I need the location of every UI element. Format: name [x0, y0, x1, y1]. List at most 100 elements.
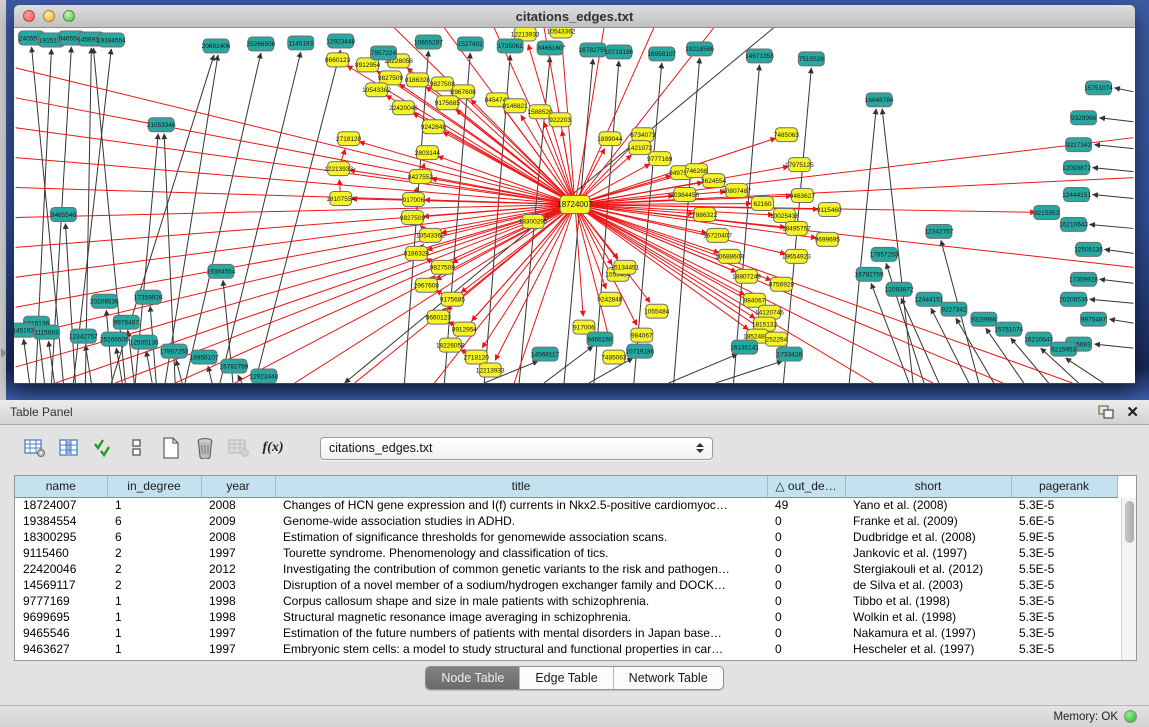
network-node[interactable]: 12093872: [1062, 161, 1091, 175]
column-header-short[interactable]: short: [845, 476, 1011, 497]
network-node[interactable]: 8912954: [452, 322, 478, 336]
network-node[interactable]: 9756928: [769, 277, 795, 291]
network-node[interactable]: 9777169: [647, 152, 673, 166]
row-height-button[interactable]: [122, 433, 152, 463]
close-panel-icon[interactable]: ✕: [1126, 405, 1139, 420]
network-edge[interactable]: [16, 158, 575, 205]
network-edge[interactable]: [436, 205, 575, 281]
table-cell[interactable]: 1998: [201, 593, 275, 609]
network-node[interactable]: 17957253: [870, 247, 899, 261]
table-cell[interactable]: Embryonic stem cells: a model to study s…: [275, 641, 767, 657]
network-edge[interactable]: [931, 308, 969, 383]
table-cell[interactable]: 0: [767, 561, 845, 577]
network-node[interactable]: 9146821: [503, 99, 529, 113]
network-node[interactable]: 12342757: [69, 329, 98, 343]
table-cell[interactable]: 2003: [201, 577, 275, 593]
table-cell[interactable]: Franke et al. (2009): [845, 513, 1011, 529]
table-cell[interactable]: Jankovic et al. (1997): [845, 545, 1011, 561]
table-cell[interactable]: 2: [107, 545, 201, 561]
network-node[interactable]: 16648784: [865, 93, 894, 107]
table-cell[interactable]: 1: [107, 497, 201, 513]
selection-mode-button[interactable]: [88, 433, 118, 463]
network-edge[interactable]: [220, 52, 301, 383]
table-row[interactable]: 1872400712008Changes of HCN gene express…: [15, 497, 1117, 513]
network-node[interactable]: 3624554: [701, 174, 727, 188]
network-node[interactable]: 2803144: [415, 146, 441, 160]
network-node[interactable]: 12923448: [249, 369, 278, 383]
table-cell[interactable]: 22420046: [15, 561, 107, 577]
network-node[interactable]: 1735061: [497, 39, 523, 53]
memory-status-indicator[interactable]: [1124, 710, 1137, 723]
network-node[interactable]: 16782759: [220, 359, 249, 373]
network-node[interactable]: 9175685: [440, 292, 466, 306]
network-node[interactable]: 16136141: [730, 340, 759, 354]
network-node[interactable]: 19384554: [97, 33, 126, 47]
network-edge[interactable]: [176, 360, 182, 383]
table-cell[interactable]: Structural magnetic resonance image aver…: [275, 609, 767, 625]
network-node[interactable]: 16958107: [647, 47, 676, 61]
network-edge[interactable]: [235, 205, 575, 383]
column-visibility-button[interactable]: [54, 433, 84, 463]
network-node[interactable]: 9242848: [421, 120, 447, 134]
table-cell[interactable]: 0: [767, 593, 845, 609]
network-edge[interactable]: [1095, 344, 1134, 348]
network-node[interactable]: 9827509: [400, 210, 426, 224]
table-cell[interactable]: Changes of HCN gene expression and I(f) …: [275, 497, 767, 513]
network-edge[interactable]: [1090, 299, 1134, 303]
network-node[interactable]: 16720407: [703, 228, 732, 242]
table-row[interactable]: 1938455462009Genome-wide association stu…: [15, 513, 1117, 529]
table-cell[interactable]: 5.3E-5: [1011, 545, 1117, 561]
network-node[interactable]: 19384554: [207, 264, 236, 278]
network-edge[interactable]: [1105, 249, 1134, 253]
network-node[interactable]: 6734073: [630, 128, 656, 142]
table-cell[interactable]: 1997: [201, 545, 275, 561]
network-edge[interactable]: [1109, 319, 1133, 323]
network-node[interactable]: 9215953: [1034, 206, 1060, 220]
table-row[interactable]: 946362711997Embryonic stem cells: a mode…: [15, 641, 1117, 657]
table-cell[interactable]: Estimation of the future numbers of pati…: [275, 625, 767, 641]
network-node[interactable]: 12213933: [324, 162, 353, 176]
network-edge[interactable]: [16, 128, 575, 205]
table-cell[interactable]: 19384554: [15, 513, 107, 529]
table-cell[interactable]: 2009: [201, 513, 275, 529]
network-node[interactable]: 10719186: [625, 344, 654, 358]
column-header-year[interactable]: year: [201, 476, 275, 497]
network-node[interactable]: 12342757: [925, 224, 954, 238]
table-selector-dropdown[interactable]: citations_edges.txt: [320, 437, 713, 460]
network-node[interactable]: 15134451: [610, 260, 639, 274]
network-node[interactable]: 922203: [549, 113, 571, 127]
network-edge[interactable]: [1114, 88, 1133, 92]
network-node[interactable]: 12505135: [1074, 242, 1103, 256]
network-edge[interactable]: [255, 50, 341, 383]
network-node[interactable]: 2718120: [464, 350, 490, 364]
table-cell[interactable]: Disruption of a novel member of a sodium…: [275, 577, 767, 593]
table-row[interactable]: 977716911998Corpus callosum shape and si…: [15, 593, 1117, 609]
network-node[interactable]: 17975125: [785, 158, 814, 172]
network-edge[interactable]: [716, 361, 783, 383]
network-node[interactable]: 1145193: [14, 323, 35, 337]
network-node[interactable]: 10688609: [715, 249, 744, 263]
table-cell[interactable]: Nakamura et al. (1997): [845, 625, 1011, 641]
column-header-title[interactable]: title: [275, 476, 767, 497]
network-edge[interactable]: [146, 351, 152, 383]
table-cell[interactable]: de Silva et al. (2003): [845, 577, 1011, 593]
network-node[interactable]: 18724007: [557, 196, 593, 214]
network-node[interactable]: 9699695: [815, 232, 841, 246]
column-header-name[interactable]: name: [15, 476, 107, 497]
network-edge[interactable]: [238, 375, 242, 383]
network-node[interactable]: 7957224: [371, 46, 397, 60]
table-cell[interactable]: 0: [767, 609, 845, 625]
table-cell[interactable]: 1: [107, 609, 201, 625]
table-cell[interactable]: 9463627: [15, 641, 107, 657]
network-edge[interactable]: [1100, 279, 1134, 283]
table-cell[interactable]: 5.6E-5: [1011, 513, 1117, 529]
table-cell[interactable]: 18724007: [15, 497, 107, 513]
column-header-out_de[interactable]: △ out_de…: [767, 476, 845, 497]
network-node[interactable]: 7485063: [774, 128, 800, 142]
network-node[interactable]: 8186328: [404, 246, 430, 260]
network-node[interactable]: 16782759: [579, 43, 608, 57]
table-cell[interactable]: Corpus callosum shape and size in male p…: [275, 593, 767, 609]
network-edge[interactable]: [438, 156, 575, 204]
network-edge[interactable]: [85, 345, 91, 383]
network-node[interactable]: 9329966: [1071, 111, 1097, 125]
